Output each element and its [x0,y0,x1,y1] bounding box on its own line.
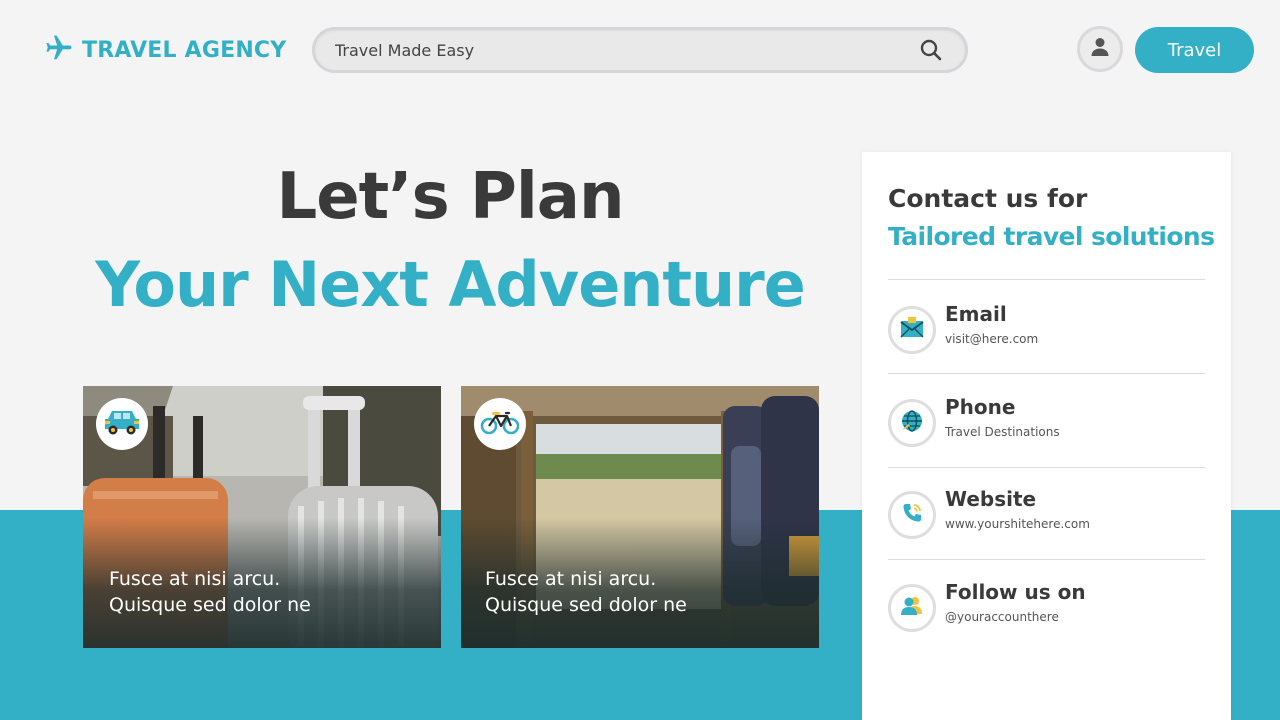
bicycle-icon [480,407,520,442]
contact-item-website[interactable]: Website www.yourshitehere.com [888,487,1205,547]
contact-label: Website [945,487,1037,511]
card-caption-line2: Quisque sed dolor ne [109,594,311,616]
divider [888,467,1205,468]
brand-logo[interactable]: TRAVEL AGENCY [44,34,286,66]
contact-icon-badge [888,399,936,447]
people-icon [899,593,925,624]
contact-value: Travel Destinations [945,425,1060,439]
brand-name: TRAVEL AGENCY [82,37,287,63]
search-input[interactable] [335,40,917,60]
contact-label: Phone [945,395,1016,419]
card-badge [474,398,526,450]
contact-label: Email [945,302,1007,326]
contact-icon-badge [888,491,936,539]
hero-title: Let’s Plan [276,160,624,234]
phone-icon [899,500,925,531]
travel-button[interactable]: Travel [1135,27,1254,73]
card-badge [96,398,148,450]
contact-icon-badge [888,584,936,632]
user-avatar-button[interactable] [1077,26,1123,72]
contact-icon-badge [888,306,936,354]
card-caption: Fusce at nisi arcu. Quisque sed dolor ne [109,566,311,618]
airplane-icon [44,33,74,68]
divider [888,279,1205,280]
contact-subtitle: Tailored travel solutions [888,222,1215,251]
card-caption-line2: Quisque sed dolor ne [485,594,687,616]
contact-label: Follow us on [945,580,1086,604]
card-caption: Fusce at nisi arcu. Quisque sed dolor ne [485,566,687,618]
contact-value: visit@here.com [945,332,1039,346]
user-icon [1088,35,1112,64]
envelope-icon [899,315,925,346]
contact-item-email[interactable]: Email visit@here.com [888,302,1205,362]
card-caption-line1: Fusce at nisi arcu. [109,568,281,590]
contact-title: Contact us for [888,184,1088,213]
search-bar [312,27,968,73]
feature-card-luggage[interactable]: Fusce at nisi arcu. Quisque sed dolor ne [83,386,441,648]
search-icon[interactable] [917,36,945,64]
contact-item-phone[interactable]: Phone Travel Destinations [888,395,1205,455]
feature-card-train[interactable]: Fusce at nisi arcu. Quisque sed dolor ne [461,386,819,648]
contact-value: www.yourshitehere.com [945,517,1090,531]
contact-item-social[interactable]: Follow us on @youraccounthere [888,580,1205,640]
hero-subtitle: Your Next Adventure [95,248,806,321]
contact-value: @youraccounthere [945,610,1059,624]
divider [888,559,1205,560]
divider [888,373,1205,374]
car-icon [102,407,142,442]
contact-panel: Contact us for Tailored travel solutions… [862,152,1231,720]
globe-icon [899,408,925,439]
card-caption-line1: Fusce at nisi arcu. [485,568,657,590]
